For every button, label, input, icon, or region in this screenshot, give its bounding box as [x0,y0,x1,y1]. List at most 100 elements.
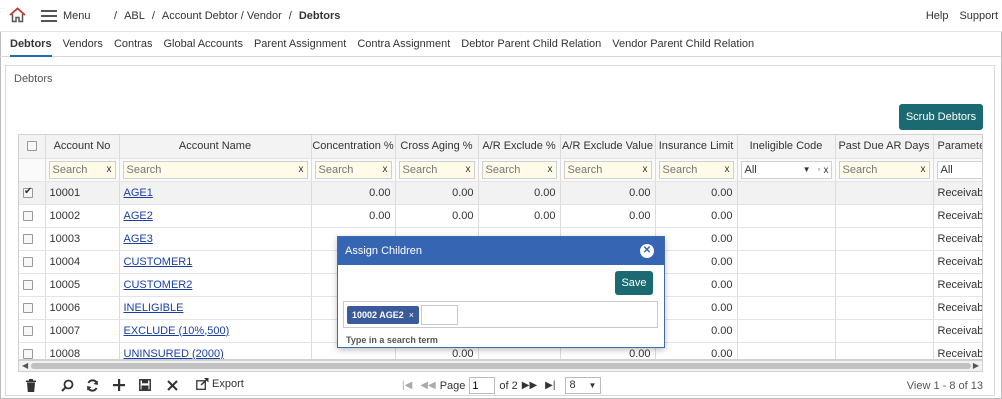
parameter-filter-select[interactable]: All [936,160,982,179]
search-past-due-box: x [838,160,930,179]
clear-icon[interactable]: x [824,163,829,179]
breadcrumb-account-debtor-vendor[interactable]: Account Debtor / Vendor [162,10,282,22]
account-name-link[interactable]: CUSTOMER2 [124,279,193,291]
home-icon[interactable] [9,7,26,23]
row-select-cell [19,319,46,343]
dialog-save-button[interactable]: Save [615,271,653,295]
trash-icon[interactable] [23,377,39,393]
tab-vendor-parent-child-relation[interactable]: Vendor Parent Child Relation [612,33,754,57]
tab-debtor-parent-child-relation[interactable]: Debtor Parent Child Relation [461,33,601,57]
account-name-cell: AGE3 [119,227,312,251]
tab-parent-assignment[interactable]: Parent Assignment [254,33,346,57]
cross-aging-cell: 0.00 [395,204,479,228]
search-insurance-limit-input[interactable] [659,161,733,178]
search-past-due-input[interactable] [839,161,929,178]
account-name-link[interactable]: INELIGIBLE [124,302,184,314]
chip-remove-icon[interactable]: × [409,306,414,324]
help-link[interactable]: Help [926,10,949,22]
col-header-cross-aging[interactable]: Cross Aging % [395,135,479,159]
col-header-ar-exclude-value[interactable]: A/R Exclude Value [560,135,656,159]
account-no-cell: 10003 [45,227,120,251]
close-icon[interactable]: ✕ [640,244,654,258]
tab-global-accounts[interactable]: Global Accounts [163,33,243,57]
col-header-ar-exclude-pct[interactable]: A/R Exclude % [478,135,561,159]
add-icon[interactable] [111,377,127,393]
account-name-link[interactable]: AGE1 [124,187,153,199]
col-header-parameter[interactable]: Parameter [933,135,982,159]
account-name-link[interactable]: UNINSURED (2000) [124,348,224,360]
breadcrumb-abl[interactable]: ABL [124,10,145,22]
search-account-no-input[interactable] [49,161,115,178]
search-account-name-input[interactable] [123,161,307,178]
clear-icon[interactable]: x [299,164,304,175]
clear-icon[interactable]: x [107,164,112,175]
row-checkbox[interactable] [23,256,33,267]
row-select-cell [19,342,46,359]
select-all-checkbox[interactable] [26,141,37,152]
table-row[interactable]: 10002AGE20.000.000.000.000.00Receivables [19,204,982,228]
account-name-cell: AGE2 [119,204,312,228]
search-ar-exclude-value-input[interactable] [564,161,651,178]
multiselect-icon[interactable]: ▫ [818,162,821,178]
account-name-link[interactable]: EXCLUDE (10%,500) [124,325,230,337]
tab-contras[interactable]: Contras [114,33,153,57]
parameter-cell: Receivables [933,296,982,320]
search-ar-exclude-pct-input[interactable] [482,161,556,178]
chip-label: 10002 AGE2 [352,310,404,320]
children-search-input[interactable] [421,305,458,325]
account-name-link[interactable]: AGE2 [124,210,153,222]
search-icon[interactable] [59,377,75,393]
page-number-input[interactable] [469,377,496,394]
rows-per-page-select[interactable]: 8 ▼ [565,377,602,394]
export-button[interactable]: Export [196,378,244,390]
next-page-icon[interactable]: ▶▶ [522,380,537,391]
ineligible-code-cell [737,181,836,205]
children-select-field[interactable]: 10002 AGE2 × [343,301,658,328]
scrollbar-thumb[interactable] [31,363,971,369]
support-link[interactable]: Support [959,10,998,22]
account-name-link[interactable]: CUSTOMER1 [124,256,193,268]
horizontal-scrollbar[interactable]: ◀ ▶ [18,360,983,372]
scroll-right-icon[interactable]: ▶ [973,361,979,371]
menu-button[interactable]: Menu [41,9,91,23]
clear-icon[interactable]: x [643,164,648,175]
clear-icon[interactable]: x [383,164,388,175]
tab-debtors[interactable]: Debtors [10,33,52,57]
account-no-cell: 10004 [45,250,120,274]
row-checkbox[interactable] [23,186,33,198]
row-checkbox[interactable] [23,279,33,290]
tab-contra-assignment[interactable]: Contra Assignment [357,33,450,57]
filter-cell: x [311,158,396,182]
tab-vendors[interactable]: Vendors [63,33,103,57]
previous-page-icon[interactable]: ◀◀ [420,380,435,391]
account-name-link[interactable]: AGE3 [124,233,153,245]
clear-icon[interactable]: x [725,164,730,175]
col-header-insurance-limit[interactable]: Insurance Limit [655,135,738,159]
row-checkbox[interactable] [23,233,33,244]
cancel-icon[interactable] [164,377,180,393]
clear-icon[interactable]: x [466,164,471,175]
row-checkbox[interactable] [23,210,33,221]
refresh-icon[interactable] [84,377,100,393]
row-select-cell [19,204,46,228]
col-header-concentration[interactable]: Concentration % [311,135,396,159]
row-checkbox[interactable] [23,302,33,313]
scrub-debtors-button[interactable]: Scrub Debtors [899,104,983,130]
table-row[interactable]: 10001AGE10.000.000.000.000.00Receivables [19,181,982,205]
row-checkbox[interactable] [23,348,33,359]
scroll-left-icon[interactable]: ◀ [22,361,28,371]
search-cross-aging-input[interactable] [399,161,474,178]
save-icon[interactable] [137,377,153,393]
clear-icon[interactable]: x [548,164,553,175]
search-concentration-input[interactable] [315,161,391,178]
col-header-account-name[interactable]: Account Name [119,135,312,159]
ineligible-code-filter-select[interactable]: All ▼ ▫ x [740,160,832,179]
past-due-ar-days-cell [835,227,934,251]
col-header-past-due-ar-days[interactable]: Past Due AR Days [835,135,934,159]
col-header-account-no[interactable]: Account No [45,135,120,159]
clear-icon[interactable]: x [921,164,926,175]
last-page-icon[interactable]: ▶| [545,380,555,391]
first-page-icon[interactable]: |◀ [402,380,412,391]
row-checkbox[interactable] [23,325,33,336]
col-header-ineligible-code[interactable]: Ineligible Code [737,135,836,159]
